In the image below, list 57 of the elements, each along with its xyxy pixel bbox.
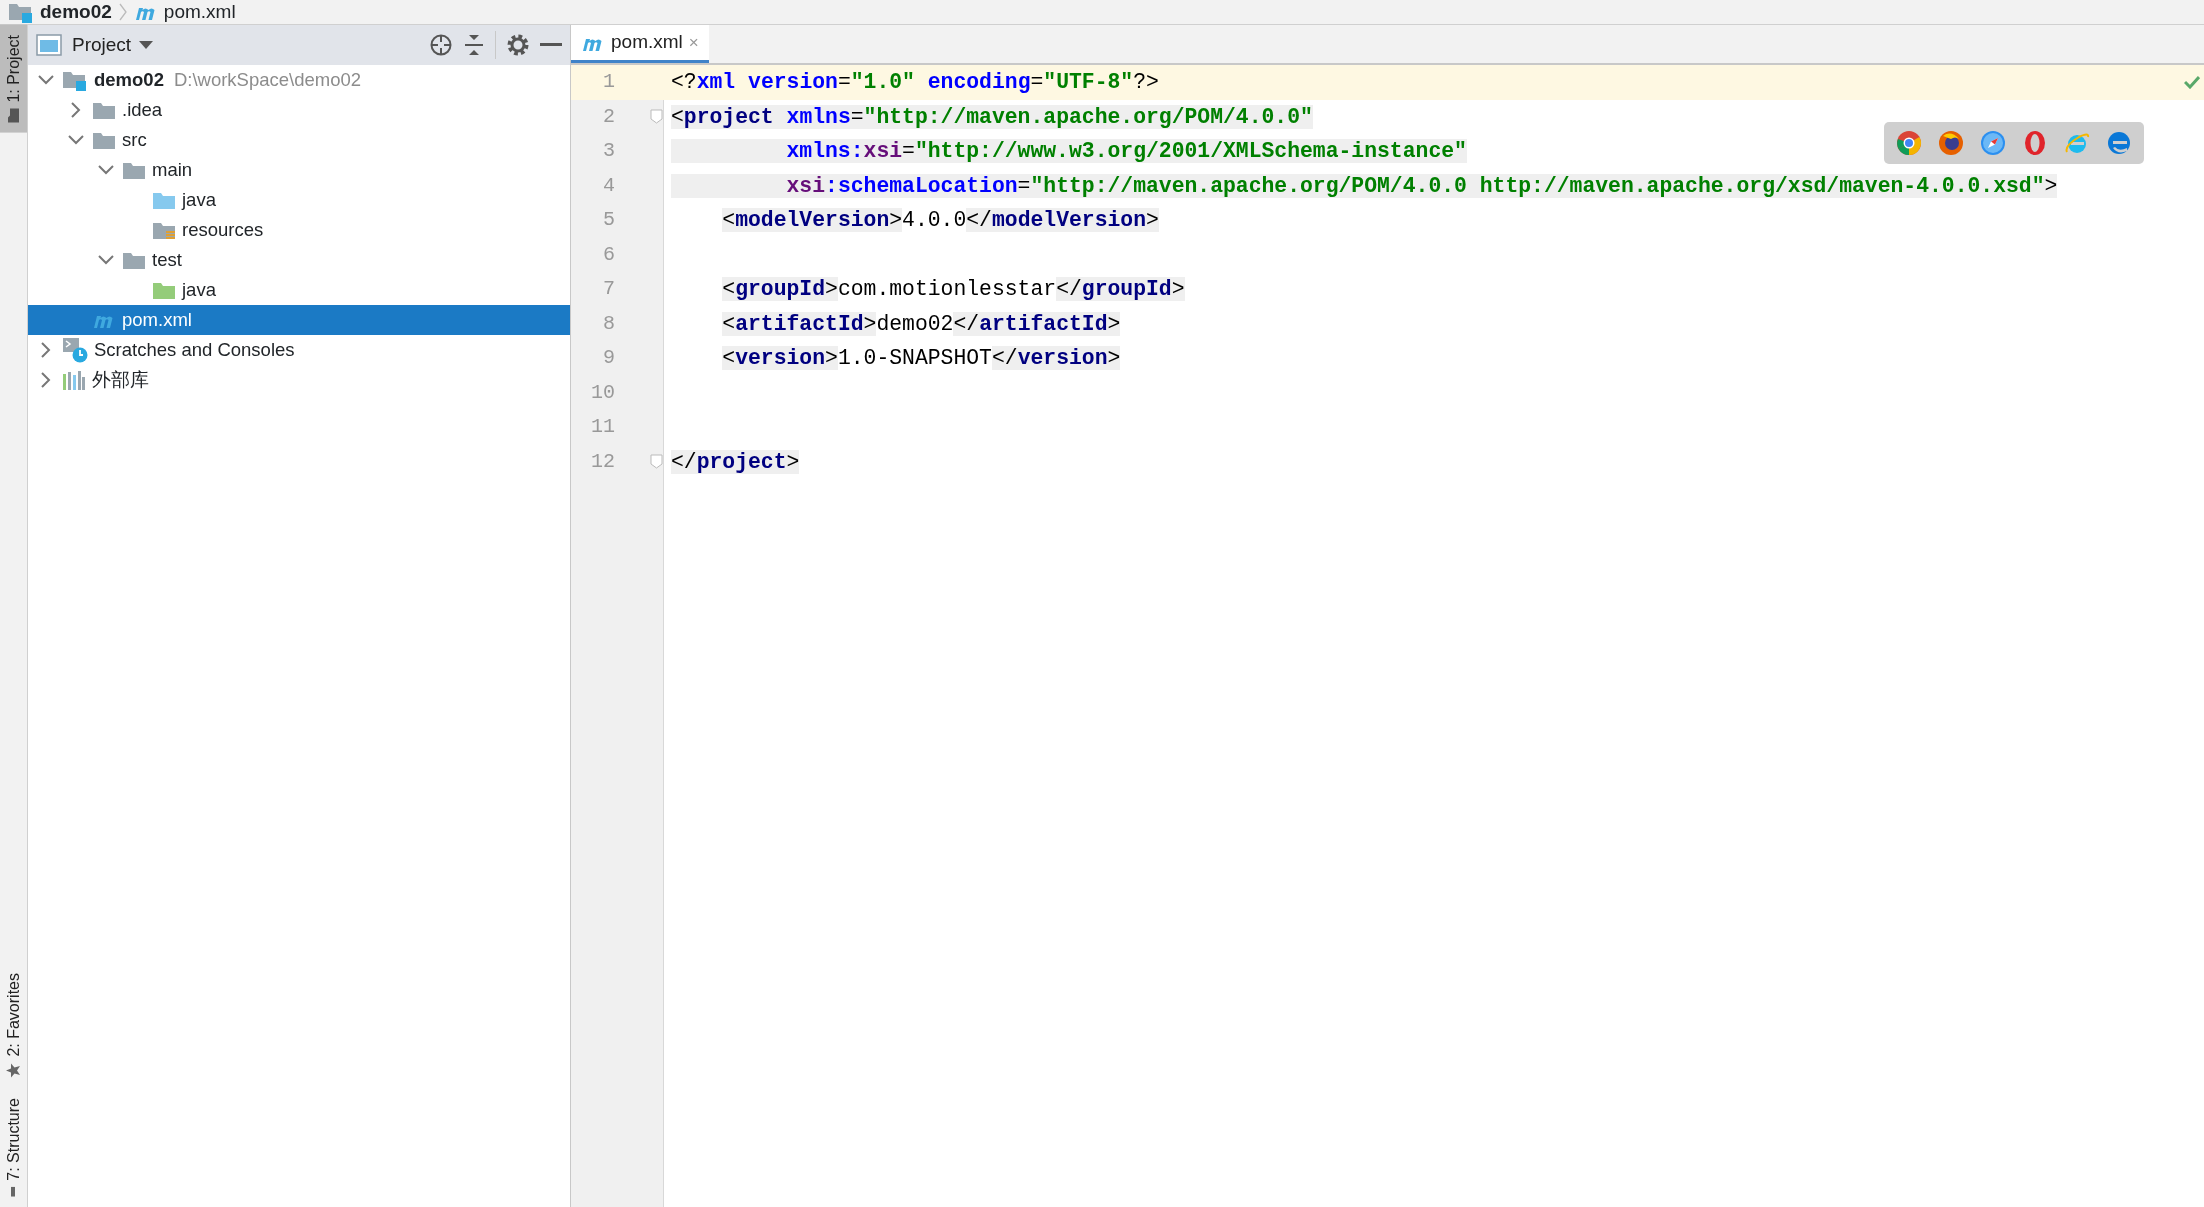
browser-icon[interactable] xyxy=(1980,130,2006,156)
code-line: </project> xyxy=(670,448,800,476)
collapse-all-icon[interactable] xyxy=(463,33,485,57)
line-number: 11 xyxy=(590,414,615,441)
browser-icon[interactable] xyxy=(1896,130,1922,156)
code-line: <version>1.0-SNAPSHOT</version> xyxy=(721,345,1121,373)
code-line: <artifactId>demo02</artifactId> xyxy=(721,310,1121,338)
structure-icon xyxy=(11,1187,16,1197)
scratches-clock-icon xyxy=(62,337,88,363)
tree-item[interactable]: test xyxy=(28,245,570,275)
star-icon xyxy=(5,1062,22,1079)
browser-icon[interactable] xyxy=(2022,130,2048,156)
breadcrumb-item[interactable]: demo02 xyxy=(40,0,112,27)
code-line: <modelVersion>4.0.0</modelVersion> xyxy=(721,207,1159,235)
caret-icon xyxy=(139,41,154,49)
breadcrumb-item[interactable]: pom.xml xyxy=(163,0,236,27)
tool-window-tab[interactable]: 7: Structure xyxy=(0,1088,27,1207)
line-number: 8 xyxy=(602,310,615,337)
editor-tab[interactable]: pom.xml × xyxy=(571,25,709,63)
library-bars-icon xyxy=(62,369,86,391)
crosshair-icon[interactable] xyxy=(429,33,453,57)
view-dropdown[interactable]: Project xyxy=(72,30,154,60)
tree-item[interactable]: resources xyxy=(28,215,570,245)
fold-marker-icon[interactable] xyxy=(650,454,663,470)
code-line: <groupId>com.motionlesstar</groupId> xyxy=(721,276,1185,304)
tree-item[interactable]: pom.xml xyxy=(28,305,570,335)
tree-item[interactable]: main xyxy=(28,155,570,185)
project-view-icon xyxy=(36,34,62,56)
line-number: 1 xyxy=(602,69,615,96)
line-number: 4 xyxy=(602,172,615,199)
tree-item[interactable]: .idea xyxy=(28,95,570,125)
line-number: 9 xyxy=(602,345,615,372)
tree-item[interactable]: java xyxy=(28,185,570,215)
tree-item[interactable]: demo02 D:\workSpace\demo02 xyxy=(28,65,570,95)
fold-marker-icon[interactable] xyxy=(650,109,663,125)
tool-window-tab[interactable]: 2: Favorites xyxy=(0,962,27,1089)
tree-item[interactable]: Scratches and Consoles xyxy=(28,335,570,365)
tree-item[interactable]: java xyxy=(28,275,570,305)
line-number: 2 xyxy=(602,103,615,130)
path-hint: D:\workSpace\demo02 xyxy=(173,68,362,93)
tree-item[interactable]: 外部库 xyxy=(28,365,570,395)
browser-icon[interactable] xyxy=(2106,130,2132,156)
chevron-separator-icon xyxy=(117,2,128,22)
line-number: 6 xyxy=(602,241,615,268)
code-line: <project xmlns="http://maven.apache.org/POM/4.0.0" xyxy=(670,103,1313,131)
tree-item[interactable]: src xyxy=(28,125,570,155)
minimize-icon[interactable] xyxy=(540,43,562,47)
line-number: 10 xyxy=(590,379,615,406)
line-number: 3 xyxy=(602,138,615,165)
code-line: <?xml version="1.0" encoding="UTF-8"?> xyxy=(670,69,1159,97)
tool-window-tab[interactable]: 1: Project xyxy=(0,25,27,133)
line-number: 12 xyxy=(590,448,615,475)
folder-icon xyxy=(6,107,21,124)
line-number: 7 xyxy=(602,276,615,303)
browser-icon[interactable] xyxy=(1938,130,1964,156)
settings-icon[interactable] xyxy=(506,33,530,57)
line-number: 5 xyxy=(602,207,615,234)
